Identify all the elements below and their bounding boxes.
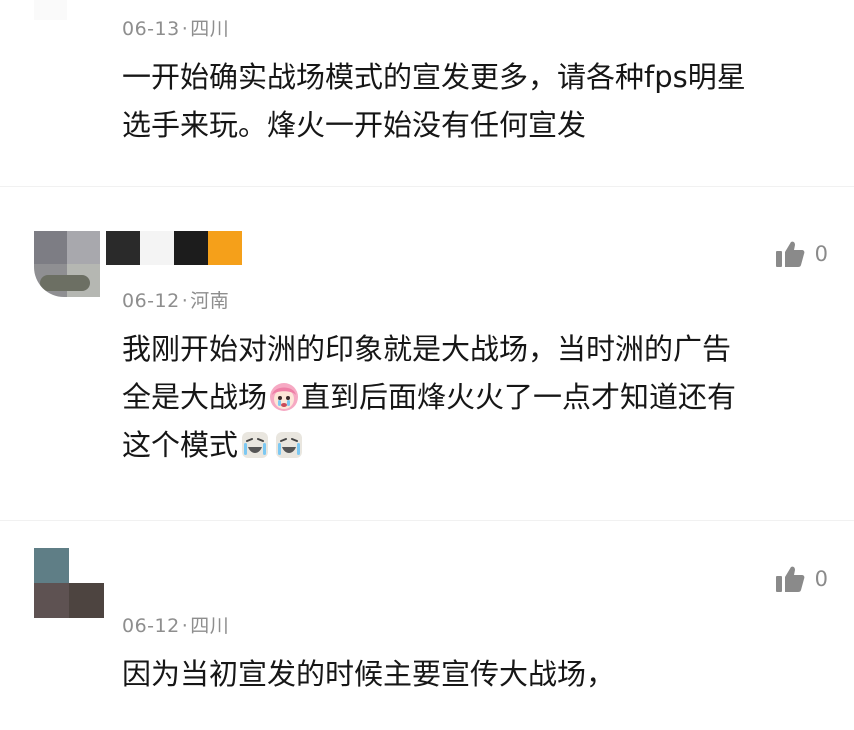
comment-location: 四川	[190, 615, 230, 637]
like-button[interactable]: 0	[775, 239, 828, 269]
pink-hair-crying-emoji-icon	[270, 383, 299, 411]
comment-line: 因为当初宣发的时候主要宣传大战场，	[122, 657, 616, 691]
thumbs-up-icon	[775, 241, 805, 267]
meta-separator: ·	[181, 615, 189, 637]
comment-location: 河南	[190, 290, 230, 312]
laughing-tears-emoji-icon	[242, 432, 269, 458]
laughing-tears-emoji-icon	[276, 432, 303, 458]
comment-text: 我刚开始对洲的印象就是大战场，当时洲的广告 全是大战场 直到后面烽火火了一点才知…	[122, 330, 822, 464]
comment-meta: 06-13 · 四川	[122, 14, 229, 41]
comment-meta: 06-12 · 四川	[122, 611, 229, 638]
avatar[interactable]	[34, 548, 104, 618]
divider	[0, 520, 854, 521]
meta-separator: ·	[181, 290, 189, 312]
comment-date: 06-12	[122, 615, 180, 637]
comment-location: 四川	[190, 18, 230, 40]
divider	[0, 186, 854, 187]
like-count: 0	[814, 567, 828, 591]
thumbs-up-icon	[775, 566, 805, 592]
avatar[interactable]	[34, 0, 100, 20]
comment-segment: 直到后面烽火火了一点才知道还有	[301, 380, 737, 414]
comment-line: 这个模式	[122, 426, 822, 464]
meta-separator: ·	[181, 18, 189, 40]
comment-meta: 06-12 · 河南	[122, 286, 229, 313]
comment-line: 我刚开始对洲的印象就是大战场，当时洲的广告	[122, 332, 732, 366]
avatar[interactable]	[34, 231, 100, 297]
comment-date: 06-12	[122, 290, 180, 312]
comment-text: 因为当初宣发的时候主要宣传大战场，	[122, 655, 822, 693]
like-button[interactable]: 0	[775, 564, 828, 594]
comment-segment: 全是大战场	[122, 380, 268, 414]
comment-text: 一开始确实战场模式的宣发更多，请各种fps明星 选手来玩。烽火一开始没有任何宣发	[122, 58, 822, 144]
comment-date: 06-13	[122, 18, 180, 40]
comment-line: 全是大战场 直到后面烽火火了一点才知道还有	[122, 378, 822, 416]
comment-segment: 这个模式	[122, 428, 239, 462]
comment-line: 选手来玩。烽火一开始没有任何宣发	[122, 108, 587, 142]
comment-line: 一开始确实战场模式的宣发更多，请各种fps明星	[122, 60, 746, 94]
like-count: 0	[814, 242, 828, 266]
